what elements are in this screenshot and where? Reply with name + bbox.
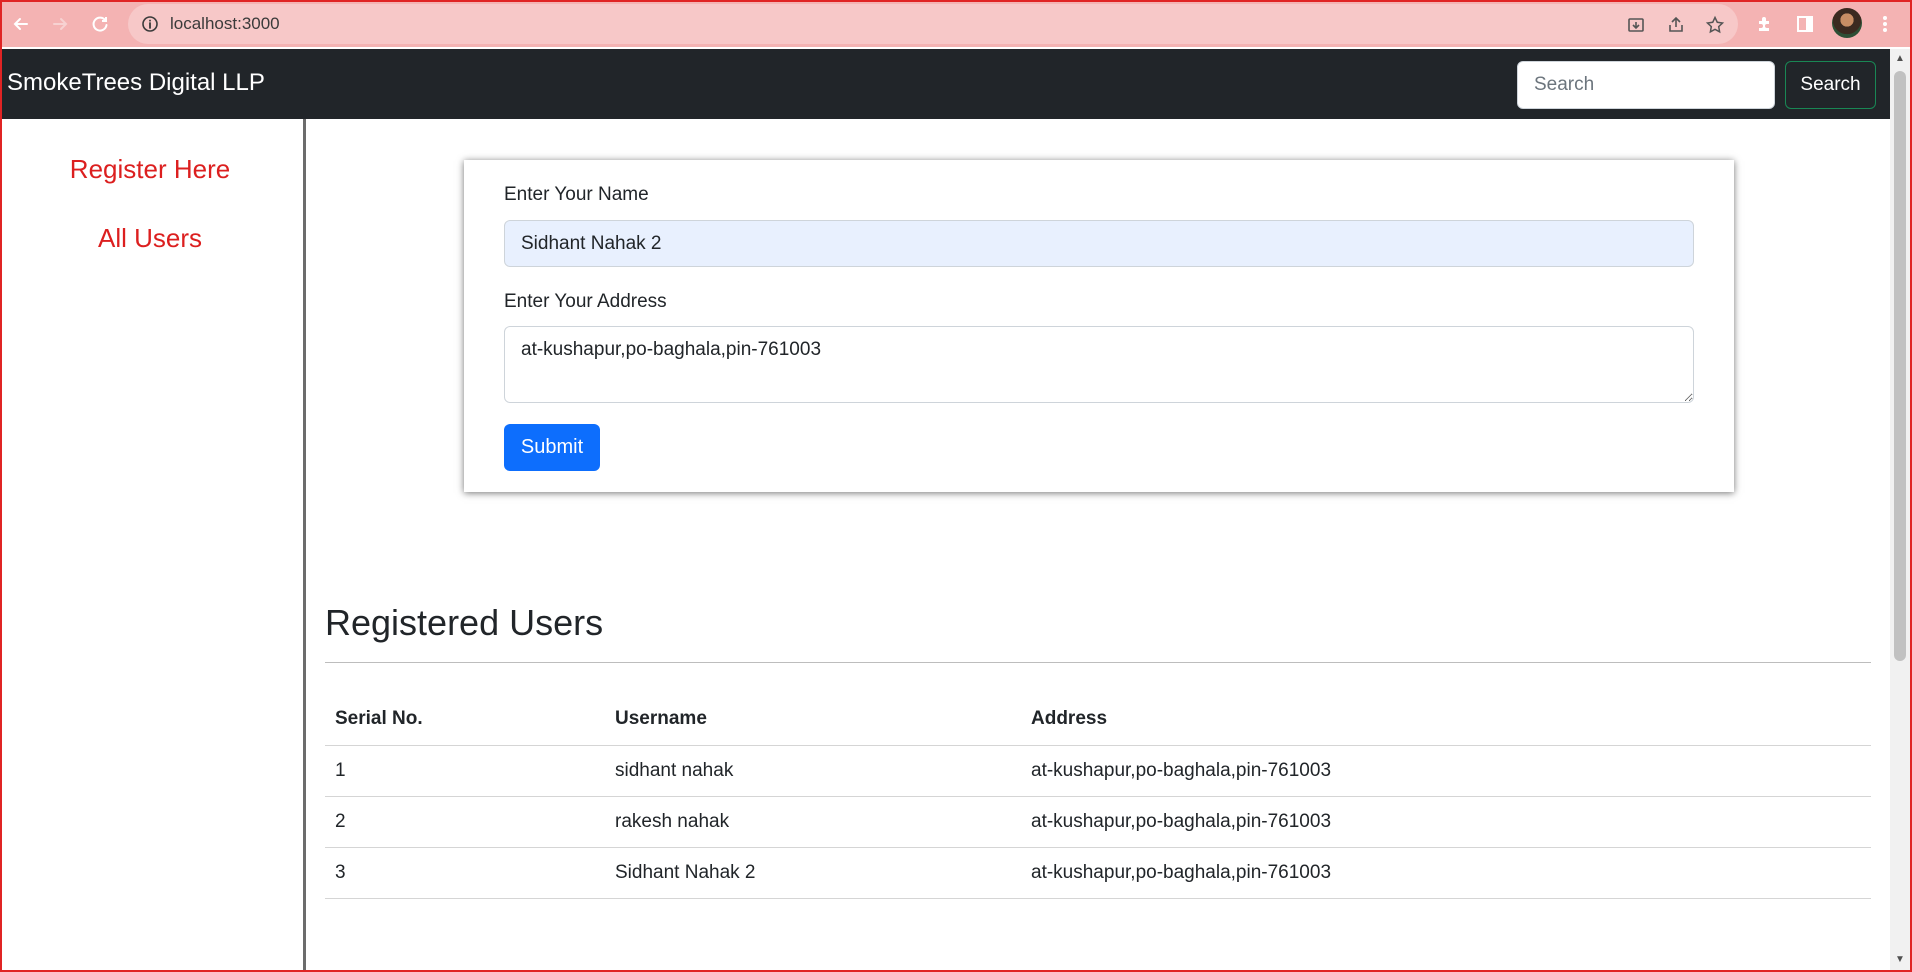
cell-username: sidhant nahak	[605, 745, 1021, 797]
table-row: 3 Sidhant Nahak 2 at-kushapur,po-baghala…	[325, 847, 1871, 899]
browser-window: localhost:3000 SmokeTrees Digital LLP Se…	[0, 0, 1912, 972]
registered-users-heading: Registered Users	[325, 602, 604, 643]
sidebar-item-all-users[interactable]: All Users	[2, 223, 298, 254]
arrow-right-icon	[53, 18, 68, 30]
column-header-username: Username	[605, 694, 1021, 746]
sidebar: Register Here All Users	[2, 119, 306, 970]
top-navbar: SmokeTrees Digital LLP Search	[2, 49, 1890, 119]
address-label: Enter Your Address	[504, 291, 667, 312]
page-scrollbar[interactable]: ▲ ▼	[1890, 49, 1910, 970]
menu-kebab-icon[interactable]	[1872, 11, 1898, 37]
browser-toolbar: localhost:3000	[2, 2, 1910, 47]
column-header-serial: Serial No.	[325, 694, 605, 746]
register-form-card: Enter Your Name Enter Your Address at-ku…	[464, 160, 1734, 492]
cell-serial: 2	[325, 796, 605, 848]
scroll-down-arrow-icon[interactable]: ▼	[1894, 954, 1906, 966]
cell-serial: 1	[325, 745, 605, 797]
column-header-address: Address	[1021, 694, 1871, 746]
users-table: Serial No. Username Address 1 sidhant na…	[325, 694, 1871, 899]
address-bar[interactable]: localhost:3000	[128, 4, 1738, 44]
cell-address: at-kushapur,po-baghala,pin-761003	[1021, 847, 1871, 899]
section-divider	[325, 662, 1871, 663]
sidebar-item-register-here[interactable]: Register Here	[2, 154, 298, 185]
reload-button[interactable]	[86, 10, 114, 38]
cell-address: at-kushapur,po-baghala,pin-761003	[1021, 796, 1871, 848]
search-button[interactable]: Search	[1785, 61, 1876, 109]
side-panel-icon[interactable]	[1792, 11, 1818, 37]
url-text: localhost:3000	[170, 14, 280, 33]
extensions-icon[interactable]	[1752, 11, 1778, 37]
scrollbar-thumb[interactable]	[1894, 71, 1906, 661]
table-row: 1 sidhant nahak at-kushapur,po-baghala,p…	[325, 745, 1871, 797]
back-button[interactable]	[7, 10, 35, 38]
cell-serial: 3	[325, 847, 605, 899]
address-field[interactable]: at-kushapur,po-baghala,pin-761003	[504, 326, 1694, 403]
profile-avatar[interactable]	[1832, 8, 1862, 38]
reload-icon	[92, 16, 108, 32]
site-info-icon[interactable]	[140, 14, 160, 34]
table-row: 2 rakesh nahak at-kushapur,po-baghala,pi…	[325, 796, 1871, 848]
brand-title[interactable]: SmokeTrees Digital LLP	[7, 69, 265, 97]
bookmark-star-icon[interactable]	[1703, 13, 1727, 37]
search-input[interactable]	[1517, 61, 1775, 109]
table-header-row: Serial No. Username Address	[325, 694, 1871, 746]
install-icon[interactable]	[1624, 13, 1648, 37]
submit-button[interactable]: Submit	[504, 424, 600, 471]
cell-address: at-kushapur,po-baghala,pin-761003	[1021, 745, 1871, 797]
arrow-left-icon	[13, 18, 28, 30]
share-icon[interactable]	[1664, 13, 1688, 37]
name-label: Enter Your Name	[504, 184, 649, 205]
forward-button[interactable]	[46, 10, 74, 38]
name-field[interactable]	[504, 220, 1694, 267]
scroll-up-arrow-icon[interactable]: ▲	[1894, 53, 1906, 65]
cell-username: rakesh nahak	[605, 796, 1021, 848]
cell-username: Sidhant Nahak 2	[605, 847, 1021, 899]
